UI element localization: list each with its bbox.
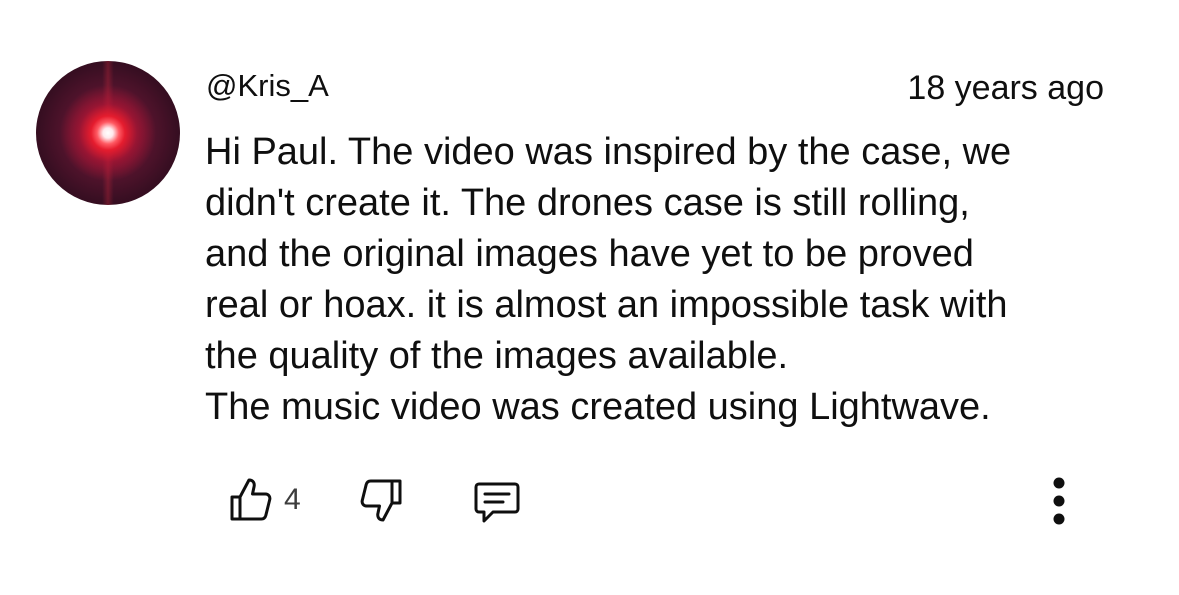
thumbs-up-icon xyxy=(230,478,272,521)
reply-button[interactable] xyxy=(472,478,522,524)
avatar[interactable] xyxy=(36,61,180,205)
dislike-button[interactable] xyxy=(358,478,406,524)
like-count: 4 xyxy=(284,483,301,516)
comment-line: didn't create it. The drones case is sti… xyxy=(205,182,970,224)
comment-timestamp: 18 years ago xyxy=(907,69,1104,107)
vertical-ellipsis-icon xyxy=(1053,477,1065,525)
comment-actions: 4 xyxy=(0,476,1179,526)
thumbs-down-icon xyxy=(360,479,402,522)
comment-reply-icon xyxy=(474,482,520,523)
comment-line: real or hoax. it is almost an impossible… xyxy=(205,284,1008,326)
comment-line: and the original images have yet to be p… xyxy=(205,233,974,275)
like-button[interactable] xyxy=(226,476,274,522)
comment-line: the quality of the images available. xyxy=(205,335,789,377)
more-options-button[interactable] xyxy=(1044,476,1074,528)
comment-text: Hi Paul. The video was inspired by the c… xyxy=(205,127,1135,433)
comment-line: The music video was created using Lightw… xyxy=(205,386,991,428)
comment-line: Hi Paul. The video was inspired by the c… xyxy=(205,131,1012,173)
comment-author[interactable]: @Kris_A xyxy=(206,68,329,104)
